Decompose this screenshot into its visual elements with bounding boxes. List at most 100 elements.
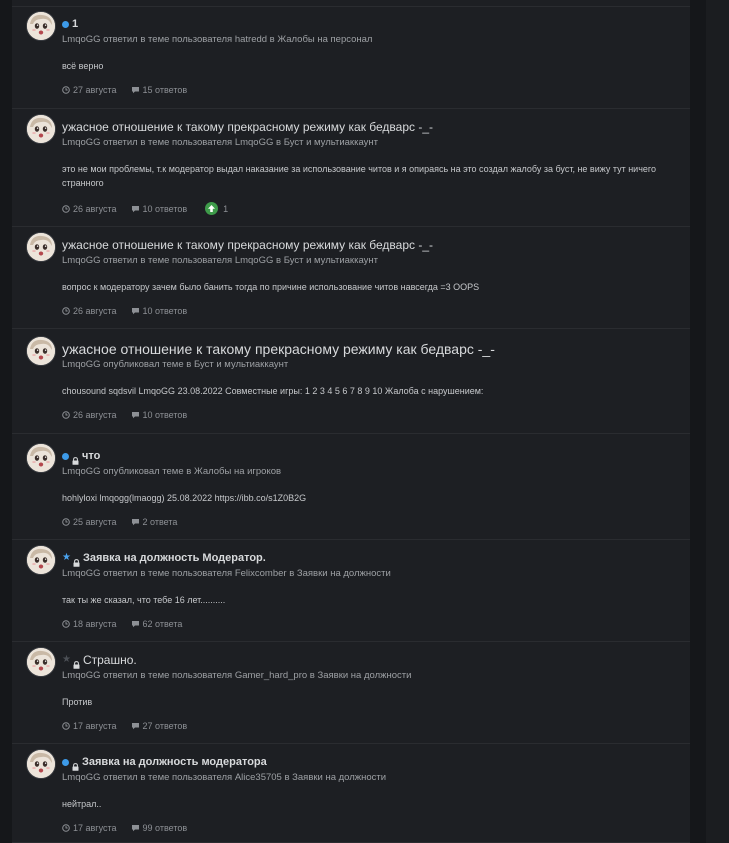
reply-count-text: 2 ответа	[142, 517, 178, 527]
post-date[interactable]: 25 августа	[62, 517, 117, 527]
topic-title-link[interactable]: 1	[72, 18, 78, 30]
topic-title-link[interactable]: Страшно.	[83, 653, 137, 667]
activity-item: ★ Страшно. LmqoGG ответил в теме пользоват…	[12, 642, 690, 744]
activity-meta: LmqoGG ответил в теме пользователя Felix…	[62, 568, 391, 579]
activity-meta: LmqoGG ответил в теме пользователя hatre…	[62, 34, 373, 45]
post-date-text: 25 августа	[73, 517, 117, 527]
comment-icon	[131, 205, 143, 213]
activity-item: Заявка на должность модератора LmqoGG отв…	[12, 744, 690, 843]
comment-icon	[131, 620, 143, 628]
post-snippet: chousound sqdsvil LmqoGG 23.08.2022 Совм…	[62, 386, 484, 396]
comment-icon	[131, 722, 143, 730]
upvote-reaction[interactable]: 1	[205, 202, 228, 215]
reply-count: 2 ответа	[131, 517, 178, 527]
lock-icon	[73, 656, 80, 669]
reply-count: 62 ответа	[131, 619, 183, 629]
post-date-text: 17 августа	[73, 721, 117, 731]
post-date[interactable]: 18 августа	[62, 619, 117, 629]
post-date[interactable]: 17 августа	[62, 721, 117, 731]
avatar[interactable]	[26, 336, 56, 366]
lock-icon	[72, 452, 79, 465]
clock-icon	[62, 307, 73, 315]
left-gutter	[0, 0, 12, 843]
reply-count-text: 10 ответов	[142, 306, 188, 316]
post-snippet: так ты же сказал, что тебе 16 лет.......…	[62, 595, 226, 605]
scrollbar[interactable]	[706, 0, 729, 843]
avatar[interactable]	[26, 443, 56, 473]
topic-title-link[interactable]: ужасное отношение к такому прекрасному р…	[62, 238, 433, 252]
topic-title-link[interactable]: Заявка на должность модератора	[82, 756, 267, 768]
avatar[interactable]	[26, 11, 56, 41]
activity-meta: LmqoGG ответил в теме пользователя Alice…	[62, 772, 387, 783]
avatar[interactable]	[26, 232, 56, 262]
post-stats: 26 августа 10 ответов	[62, 306, 680, 316]
activity-item: ужасное отношение к такому прекрасному р…	[12, 227, 690, 329]
avatar[interactable]	[26, 749, 56, 779]
star-icon: ★	[62, 552, 71, 563]
activity-meta: LmqoGG ответил в теме пользователя Gamer…	[62, 670, 412, 681]
topic-title-link[interactable]: ужасное отношение к такому прекрасному р…	[62, 341, 495, 357]
avatar[interactable]	[26, 545, 56, 575]
post-stats: 26 августа 10 ответов 1	[62, 202, 680, 215]
post-date[interactable]: 26 августа	[62, 410, 117, 420]
reply-count-text: 10 ответов	[142, 203, 188, 214]
topic-title-link[interactable]: что	[82, 450, 100, 462]
unread-dot-icon	[62, 452, 69, 460]
comment-icon	[131, 86, 143, 94]
post-snippet: нейтрал..	[62, 799, 102, 809]
post-date[interactable]: 26 августа	[62, 204, 117, 214]
post-snippet: вопрос к модератору зачем было банить то…	[62, 282, 480, 292]
post-snippet: это не мои проблемы, т.к модератор выдал…	[62, 164, 656, 188]
reply-count: 10 ответов	[131, 410, 188, 420]
post-stats: 27 августа 15 ответов	[62, 85, 680, 95]
lock-icon	[72, 758, 79, 771]
clock-icon	[62, 86, 73, 94]
reply-count-text: 10 ответов	[142, 410, 188, 420]
post-date-text: 27 августа	[73, 85, 117, 95]
reply-count: 15 ответов	[131, 85, 188, 95]
post-date[interactable]: 26 августа	[62, 306, 117, 316]
avatar[interactable]	[26, 647, 56, 677]
activity-feed: 1 LmqoGG ответил в теме пользователя hatr…	[12, 0, 690, 843]
post-date[interactable]: 27 августа	[62, 85, 117, 95]
activity-item: ужасное отношение к такому прекрасному р…	[12, 109, 690, 227]
post-date-text: 26 августа	[73, 203, 117, 214]
reply-count-text: 15 ответов	[142, 85, 188, 95]
post-stats: 18 августа 62 ответа	[62, 619, 680, 629]
post-date-text: 26 августа	[73, 306, 117, 316]
post-date[interactable]: 17 августа	[62, 823, 117, 833]
reply-count: 10 ответов	[131, 203, 188, 214]
divider	[12, 6, 690, 7]
clock-icon	[62, 518, 73, 526]
upvote-count: 1	[223, 203, 229, 214]
clock-icon	[62, 722, 73, 730]
comment-icon	[131, 307, 143, 315]
post-snippet: Против	[62, 697, 93, 707]
reply-count: 99 ответов	[131, 823, 188, 833]
activity-item: ужасное отношение к такому прекрасному р…	[12, 329, 690, 434]
comment-icon	[131, 411, 143, 419]
activity-meta: LmqoGG опубликовал теме в Буст и мультиа…	[62, 359, 289, 370]
reply-count-text: 27 ответов	[142, 721, 188, 731]
upvote-arrow-icon	[205, 202, 219, 215]
activity-meta: LmqoGG опубликовал теме в Жалобы на игро…	[62, 466, 282, 477]
post-date-text: 17 августа	[73, 823, 117, 833]
clock-icon	[62, 824, 73, 832]
post-snippet: всё верно	[62, 61, 104, 71]
post-snippet: hohlyloxi lmqogg(lmaogg) 25.08.2022 http…	[62, 493, 307, 503]
topic-title-link[interactable]: Заявка на должность Модератор.	[83, 552, 266, 564]
activity-item: что LmqoGG опубликовал теме в Жалобы на и…	[12, 434, 690, 540]
reply-count-text: 99 ответов	[142, 823, 188, 833]
post-date-text: 26 августа	[73, 410, 117, 420]
lock-icon	[73, 554, 80, 567]
post-date-text: 18 августа	[73, 619, 117, 629]
post-stats: 17 августа 99 ответов	[62, 823, 680, 833]
unread-dot-icon	[62, 20, 69, 28]
topic-title-link[interactable]: ужасное отношение к такому прекрасному р…	[62, 120, 433, 134]
activity-meta: LmqoGG ответил в теме пользователя LmqoG…	[62, 137, 378, 148]
avatar[interactable]	[26, 114, 56, 144]
reply-count: 27 ответов	[131, 721, 188, 731]
post-stats: 25 августа 2 ответа	[62, 517, 680, 527]
activity-item: ★ Заявка на должность Модератор. LmqoGG от…	[12, 540, 690, 642]
reply-count-text: 62 ответа	[142, 619, 183, 629]
